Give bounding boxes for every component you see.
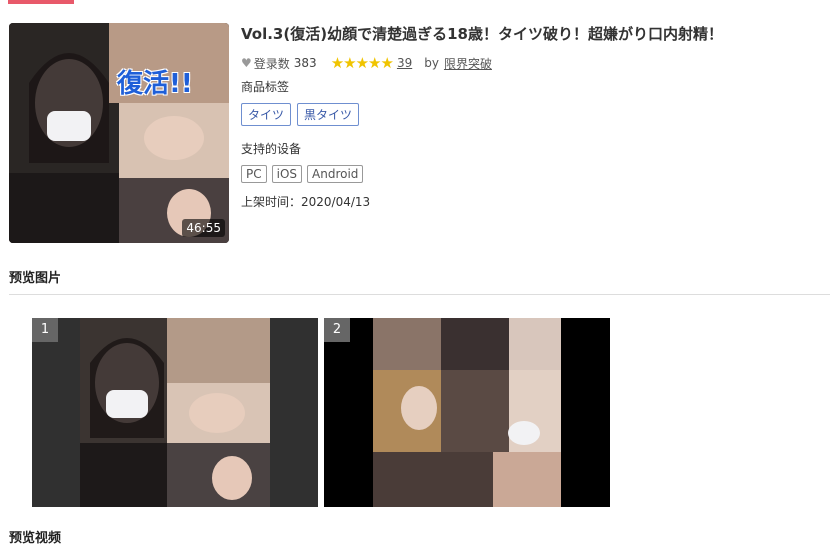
preview-image-content	[32, 318, 318, 507]
product-title: Vol.3(復活)幼顔で清楚過ぎる18歳！タイツ破り！超嫌がり口内射精！	[241, 25, 723, 43]
devices-label: 支持的设备	[241, 142, 302, 156]
tag-list: タイツ 黒タイツ	[241, 103, 821, 126]
device-badge-ios: iOS	[271, 165, 303, 183]
by-label: by	[424, 56, 439, 70]
preview-image-content	[324, 318, 610, 507]
preview-number-badge: 1	[32, 318, 58, 342]
thumbnail-image	[9, 23, 229, 243]
device-badge-pc: PC	[241, 165, 267, 183]
tag-item[interactable]: タイツ	[241, 103, 292, 126]
device-list: PC iOS Android	[241, 165, 821, 183]
video-duration-badge: 46:55	[182, 219, 225, 237]
tags-label: 商品标签	[241, 80, 290, 94]
star-rating-icon: ★★★★★	[330, 54, 394, 72]
tag-item[interactable]: 黒タイツ	[297, 103, 360, 126]
preview-number-badge: 2	[324, 318, 350, 342]
preview-image-2[interactable]: 2	[324, 318, 610, 507]
rating-count-link[interactable]: 39	[397, 56, 412, 70]
device-badge-android: Android	[307, 165, 364, 183]
author-link[interactable]: 限界突破	[444, 55, 492, 72]
section-divider	[9, 294, 830, 295]
release-date: 上架时间：2020/04/13	[241, 193, 821, 210]
preview-image-1[interactable]: 1	[32, 318, 318, 507]
preview-images-heading: 预览图片	[9, 271, 62, 286]
heart-icon[interactable]: ♥	[241, 56, 252, 70]
product-thumbnail[interactable]: 復活!! 46:55	[9, 23, 229, 243]
product-info: Vol.3(復活)幼顔で清楚過ぎる18歳！タイツ破り！超嫌がり口内射精！ ♥ 登…	[241, 23, 821, 210]
release-date-value: 2020/04/13	[301, 195, 371, 209]
preview-video-heading: 预览视频	[9, 531, 62, 546]
active-tab-indicator	[8, 0, 74, 4]
favorites-count: 383	[293, 56, 317, 70]
release-label: 上架时间：	[241, 195, 302, 209]
product-meta: ♥ 登录数 383 ★★★★★ 39 by 限界突破	[241, 54, 821, 72]
favorites-label: 登录数	[253, 56, 290, 71]
thumbnail-overlay-text: 復活!!	[117, 69, 193, 99]
